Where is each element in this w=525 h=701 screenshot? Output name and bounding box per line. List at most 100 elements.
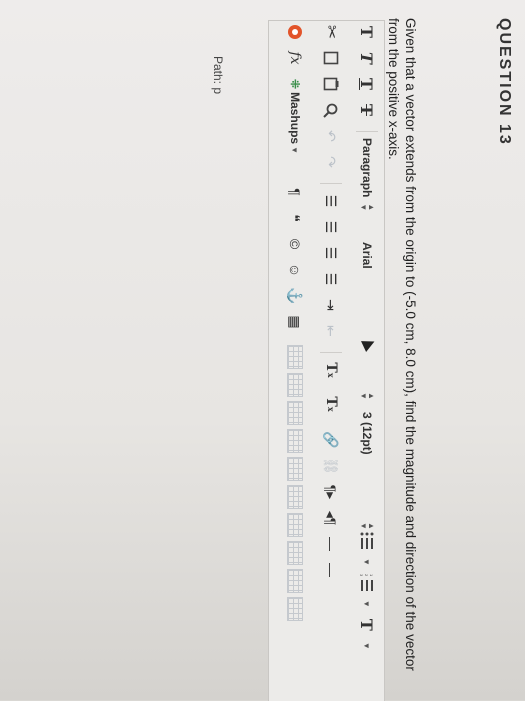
- underline-button[interactable]: T: [355, 73, 379, 95]
- indent-button[interactable]: ⇥: [319, 294, 343, 316]
- unlink-icon: ⛓: [323, 457, 340, 475]
- mashups-label: Mashups: [288, 92, 302, 145]
- find-button[interactable]: [319, 99, 343, 121]
- table-delete-row-button[interactable]: [287, 401, 303, 425]
- quote-icon: ❝: [287, 214, 304, 222]
- table-row-before-button[interactable]: [287, 345, 303, 369]
- text-color-label: T: [357, 618, 377, 631]
- chevron-down-icon: ▼: [290, 146, 300, 154]
- fx-label: fx: [287, 51, 303, 65]
- align-center-button[interactable]: ☰: [319, 216, 343, 238]
- outdent-icon: ⇤: [323, 325, 340, 337]
- table-merge-cells-button[interactable]: [287, 541, 303, 565]
- redo-icon: ↷: [323, 156, 340, 168]
- horizontal-rule-2-button[interactable]: —: [319, 559, 343, 581]
- font-size-label: 3 (12pt): [360, 412, 374, 455]
- undo-button[interactable]: ↶: [319, 125, 343, 147]
- font-dropdown[interactable]: Arial ▲ ▼: [355, 242, 379, 400]
- chevron-down-icon[interactable]: ▼: [363, 600, 372, 608]
- font-label: Arial: [360, 242, 374, 269]
- redo-button[interactable]: ↷: [319, 151, 343, 173]
- blockquote-button[interactable]: ❝: [283, 207, 307, 229]
- strikethrough-button[interactable]: T: [355, 99, 379, 121]
- anchor-button[interactable]: ⚓: [283, 285, 307, 307]
- align-justify-button[interactable]: ☰: [319, 268, 343, 290]
- align-right-icon: ☰: [323, 246, 340, 260]
- paragraph-label: Paragraph: [360, 138, 374, 198]
- paragraph-ltr-icon: ¶▸: [323, 484, 340, 500]
- rich-text-editor[interactable]: T T T T Paragraph ▲ ▼ Arial ▲ ▼ 3 (12pt) ▲…: [268, 20, 385, 701]
- align-justify-icon: ☰: [323, 272, 340, 286]
- table-delete-col-button[interactable]: [287, 485, 303, 509]
- pilcrow-icon: ¶: [287, 188, 303, 196]
- editor-path-label: Path: p: [211, 56, 225, 95]
- smiley-icon: ☺: [287, 262, 303, 278]
- ltr-button[interactable]: ¶▸: [319, 481, 343, 503]
- italic-button[interactable]: T: [355, 47, 379, 69]
- table-col-after-button[interactable]: [287, 457, 303, 481]
- font-size-dropdown[interactable]: 3 (12pt) ▲ ▼: [355, 412, 379, 530]
- paste-button[interactable]: [319, 73, 343, 95]
- superscript-button[interactable]: Tx: [319, 359, 343, 381]
- updown-icon: ▲ ▼: [359, 203, 376, 212]
- mashups-icon: ⁜: [288, 79, 302, 90]
- svg-text:2: 2: [364, 574, 369, 577]
- emoticon-button[interactable]: ☺: [283, 259, 307, 281]
- copy-button[interactable]: [319, 47, 343, 69]
- table-col-before-button[interactable]: [287, 429, 303, 453]
- divider: [320, 183, 342, 184]
- table-split-cell-button[interactable]: [287, 569, 303, 593]
- equation-button[interactable]: fx: [283, 47, 307, 69]
- align-left-button[interactable]: ☰: [319, 190, 343, 212]
- search-icon: [323, 103, 338, 118]
- numbered-list-button[interactable]: 123: [355, 572, 379, 594]
- align-center-icon: ☰: [323, 220, 340, 234]
- text-color-button[interactable]: T: [355, 614, 379, 636]
- subscript-button[interactable]: Tx: [319, 393, 343, 415]
- horizontal-rule-icon: —: [323, 537, 339, 551]
- cut-button[interactable]: ✂: [319, 21, 343, 43]
- divider: [320, 352, 342, 353]
- unlink-button[interactable]: ⛓: [319, 455, 343, 477]
- paragraph-mark-button[interactable]: ¶: [283, 181, 307, 203]
- table-icon: ▦: [287, 315, 304, 329]
- horizontal-rule-icon: —: [323, 563, 339, 577]
- outdent-button[interactable]: ⇤: [319, 320, 343, 342]
- link-button[interactable]: 🔗: [319, 429, 343, 451]
- toolbar-row-2: ✂ ↶ ↷ ☰ ☰ ☰ ☰ ⇥ ⇤ Tx Tx 🔗 ⛓ ¶▸ ◂¶ — —: [316, 21, 346, 701]
- insert-table-button[interactable]: ▦: [283, 311, 307, 333]
- bold-button[interactable]: T: [355, 21, 379, 43]
- bullet-list-icon: [360, 532, 374, 549]
- record-button[interactable]: [283, 21, 307, 43]
- undo-icon: ↶: [323, 130, 340, 142]
- copy-icon: [323, 51, 339, 65]
- subscript-label: T: [323, 396, 339, 407]
- anchor-icon: ⚓: [287, 287, 304, 305]
- toolbar-row-3: fx ⁜ Mashups ▼ ¶ ❝ © ☺ ⚓ ▦: [280, 21, 310, 701]
- copyright-icon: ©: [287, 238, 303, 250]
- table-cell-props-button[interactable]: [287, 513, 303, 537]
- toolbar-row-1: T T T T Paragraph ▲ ▼ Arial ▲ ▼ 3 (12pt) ▲…: [352, 21, 382, 701]
- screen: QUESTION 13 Given that a vector extends …: [0, 0, 525, 701]
- chevron-down-icon[interactable]: ▼: [363, 642, 372, 650]
- align-left-icon: ☰: [323, 194, 340, 208]
- mashups-dropdown[interactable]: ⁜ Mashups ▼: [283, 79, 307, 175]
- updown-icon: ▲ ▼: [359, 392, 376, 400]
- table-delete-button[interactable]: [287, 597, 303, 621]
- svg-text:3: 3: [360, 574, 364, 577]
- link-icon: 🔗: [323, 431, 340, 449]
- copyright-button[interactable]: ©: [283, 233, 307, 255]
- align-right-button[interactable]: ☰: [319, 242, 343, 264]
- question-text: Given that a vector extends from the ori…: [386, 18, 418, 671]
- paste-icon: [323, 77, 339, 91]
- table-row-after-button[interactable]: [287, 373, 303, 397]
- chevron-down-icon[interactable]: ▼: [363, 558, 372, 566]
- rtl-button[interactable]: ◂¶: [319, 507, 343, 529]
- indent-icon: ⇥: [323, 299, 340, 311]
- bullet-list-button[interactable]: [355, 530, 379, 552]
- updown-icon: ▲ ▼: [359, 522, 376, 530]
- horizontal-rule-button[interactable]: —: [319, 533, 343, 555]
- scissors-icon: ✂: [322, 24, 341, 40]
- paragraph-dropdown[interactable]: Paragraph ▲ ▼: [355, 138, 379, 242]
- paragraph-rtl-icon: ◂¶: [323, 510, 340, 526]
